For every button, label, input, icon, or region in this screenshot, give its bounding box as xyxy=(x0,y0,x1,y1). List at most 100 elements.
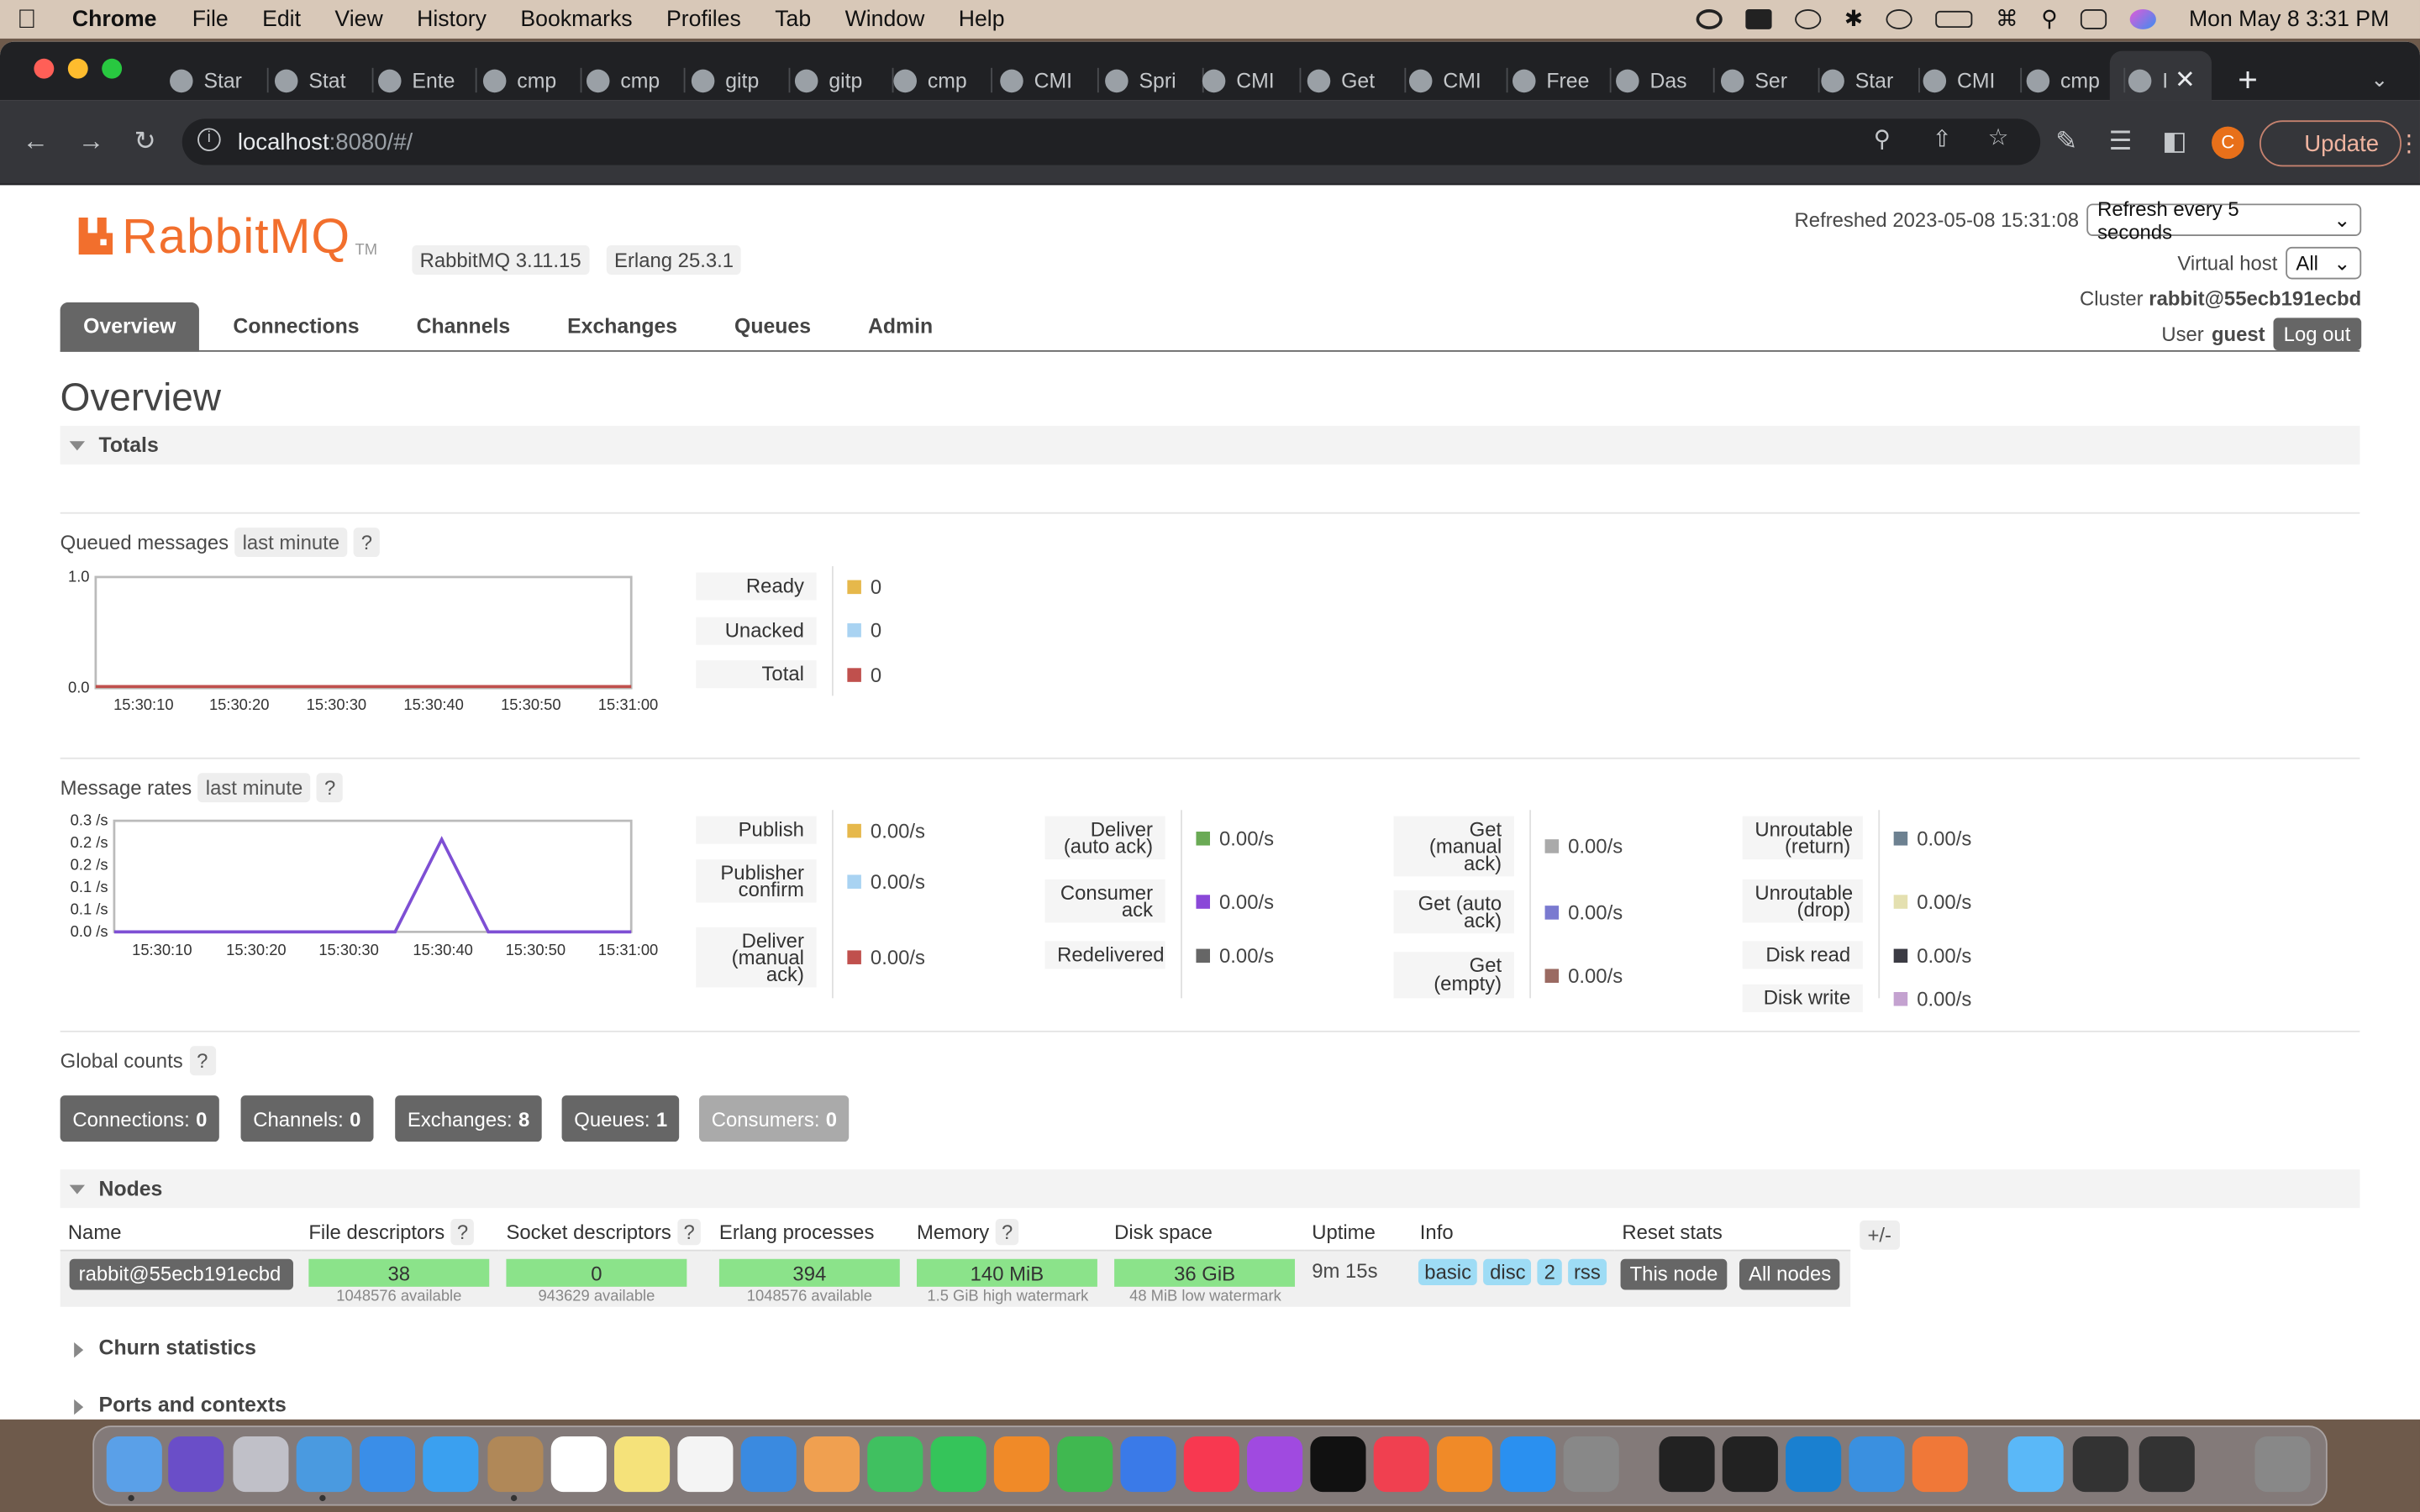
help-button[interactable]: ? xyxy=(995,1219,1019,1246)
channels-count-button[interactable]: Channels: 0 xyxy=(240,1095,374,1142)
tab-exchanges[interactable]: Exchanges xyxy=(544,302,701,352)
info-badge-basic[interactable]: basic xyxy=(1418,1258,1478,1285)
dock-app-icon[interactable] xyxy=(867,1436,923,1493)
wifi-icon[interactable]: ⌘ xyxy=(1996,7,2018,31)
dock-app-icon[interactable] xyxy=(1373,1436,1429,1493)
play-icon[interactable] xyxy=(1795,9,1822,29)
dock-app-icon[interactable] xyxy=(1247,1436,1303,1493)
browser-tab[interactable]: CMI xyxy=(1000,63,1072,97)
menubar-datetime[interactable]: Mon May 8 3:31 PM xyxy=(2189,7,2389,31)
status-icon-2[interactable] xyxy=(1745,9,1772,29)
dock-app-icon[interactable] xyxy=(2007,1436,2064,1493)
menu-window[interactable]: Window xyxy=(828,7,941,31)
menu-bookmarks[interactable]: Bookmarks xyxy=(503,7,650,31)
forward-icon[interactable]: → xyxy=(74,125,108,159)
browser-tab[interactable]: CMI xyxy=(1408,63,1481,97)
menu-app-name[interactable]: Chrome xyxy=(54,7,176,31)
dock-app-icon[interactable] xyxy=(1912,1436,1968,1493)
rates-range-button[interactable]: last minute xyxy=(197,773,311,803)
apple-icon[interactable]:  xyxy=(0,4,54,35)
dock-app-icon[interactable] xyxy=(550,1436,607,1493)
minimize-window-button[interactable] xyxy=(67,58,88,79)
browser-tab[interactable]: Ser xyxy=(1720,63,1787,97)
dock-app-icon[interactable] xyxy=(1722,1436,1778,1493)
dock-app-icon[interactable] xyxy=(1057,1436,1113,1493)
siri-icon[interactable] xyxy=(2130,9,2157,29)
virtual-host-select[interactable]: All ⌄ xyxy=(2285,246,2362,280)
dock-app-icon[interactable] xyxy=(677,1436,734,1493)
dock-app-icon[interactable] xyxy=(2254,1436,2311,1493)
browser-tab[interactable]: Get xyxy=(1307,63,1375,97)
share-icon[interactable]: ⇧ xyxy=(1933,125,1952,153)
browser-tab[interactable]: Ente xyxy=(377,63,455,97)
more-menu-icon[interactable]: ⋮ xyxy=(2397,129,2420,157)
menu-edit[interactable]: Edit xyxy=(245,7,318,31)
info-badge-disc[interactable]: disc xyxy=(1483,1258,1532,1285)
update-button[interactable]: Update ⋮ xyxy=(2259,120,2420,167)
tab-overview[interactable]: Overview xyxy=(60,302,200,352)
browser-tab[interactable]: cmp xyxy=(893,63,967,97)
info-badge-rss[interactable]: rss xyxy=(1567,1258,1607,1285)
bookmark-star-icon[interactable]: ☆ xyxy=(1988,123,2009,151)
dock-app-icon[interactable] xyxy=(1120,1436,1176,1493)
rates-help-button[interactable]: ? xyxy=(316,773,344,803)
dock-app-icon[interactable] xyxy=(1786,1436,1842,1493)
tab-channels[interactable]: Channels xyxy=(393,302,534,352)
dock-app-icon[interactable] xyxy=(993,1436,1050,1493)
address-bar[interactable]: i localhost:8080/#/ ⚲ ⇧ ☆ xyxy=(182,118,2041,165)
tab-search-icon[interactable]: ⌄ xyxy=(2370,63,2388,97)
dock-app-icon[interactable] xyxy=(359,1436,416,1493)
columns-toggle-button[interactable]: +/- xyxy=(1860,1220,1900,1250)
consumers-count-button[interactable]: Consumers: 0 xyxy=(699,1095,850,1142)
node-name-link[interactable]: rabbit@55ecb191ecbd xyxy=(69,1258,293,1290)
dock-app-icon[interactable] xyxy=(740,1436,797,1493)
profile-avatar[interactable]: C xyxy=(2212,126,2244,160)
connections-count-button[interactable]: Connections: 0 xyxy=(60,1095,220,1142)
reset-this-node-button[interactable]: This node xyxy=(1620,1258,1728,1290)
dock-app-icon[interactable] xyxy=(803,1436,860,1493)
nodes-section-header[interactable]: Nodes xyxy=(60,1169,2360,1209)
exchanges-count-button[interactable]: Exchanges: 8 xyxy=(395,1095,543,1142)
site-info-icon[interactable]: i xyxy=(197,128,221,151)
browser-tab[interactable]: Star xyxy=(170,63,242,97)
dock-app-icon[interactable] xyxy=(1563,1436,1619,1493)
menu-history[interactable]: History xyxy=(400,7,503,31)
reset-all-nodes-button[interactable]: All nodes xyxy=(1739,1258,1841,1290)
control-center-icon[interactable] xyxy=(2081,9,2107,29)
browser-tab[interactable]: Star xyxy=(1821,63,1893,97)
dock-app-icon[interactable] xyxy=(1436,1436,1493,1493)
bluetooth-icon[interactable]: ✱ xyxy=(1844,7,1863,31)
back-icon[interactable]: ← xyxy=(18,125,52,159)
browser-tab[interactable]: CMI xyxy=(1923,63,1995,97)
queued-help-button[interactable]: ? xyxy=(353,528,381,558)
help-button[interactable]: ? xyxy=(677,1219,702,1246)
browser-tab[interactable]: I xyxy=(2128,63,2168,97)
dock-app-icon[interactable] xyxy=(2072,1436,2128,1493)
browser-tab[interactable]: Das xyxy=(1616,63,1687,97)
browser-tab[interactable]: gitp xyxy=(794,63,862,97)
tab-connections[interactable]: Connections xyxy=(210,302,382,352)
dock-app-icon[interactable] xyxy=(168,1436,224,1493)
browser-tab[interactable]: cmp xyxy=(2026,63,2100,97)
browser-tab[interactable]: cmp xyxy=(482,63,556,97)
totals-section-header[interactable]: Totals xyxy=(60,425,2360,465)
close-window-button[interactable] xyxy=(34,58,55,79)
browser-tab[interactable]: CMI xyxy=(1202,63,1275,97)
dock-app-icon[interactable] xyxy=(296,1436,352,1493)
menu-help[interactable]: Help xyxy=(942,7,1022,31)
ports-contexts-header[interactable]: Ports and contexts xyxy=(60,1394,523,1420)
help-button[interactable]: ? xyxy=(450,1219,475,1246)
dock-app-icon[interactable] xyxy=(1310,1436,1366,1493)
browser-tab[interactable]: Spri xyxy=(1105,63,1176,97)
menu-view[interactable]: View xyxy=(318,7,400,31)
queues-count-button[interactable]: Queues: 1 xyxy=(561,1095,680,1142)
queued-range-button[interactable]: last minute xyxy=(234,528,348,558)
info-badge-count[interactable]: 2 xyxy=(1538,1258,1562,1285)
browser-tab[interactable]: cmp xyxy=(586,63,660,97)
zoom-icon[interactable]: ⚲ xyxy=(1874,125,1891,153)
dock-app-icon[interactable] xyxy=(1659,1436,1715,1493)
extensions-icon[interactable]: ✎ xyxy=(2049,125,2083,159)
dock-app-icon[interactable] xyxy=(1183,1436,1239,1493)
reload-icon[interactable]: ↻ xyxy=(128,125,161,159)
dock-app-icon[interactable] xyxy=(106,1436,162,1493)
